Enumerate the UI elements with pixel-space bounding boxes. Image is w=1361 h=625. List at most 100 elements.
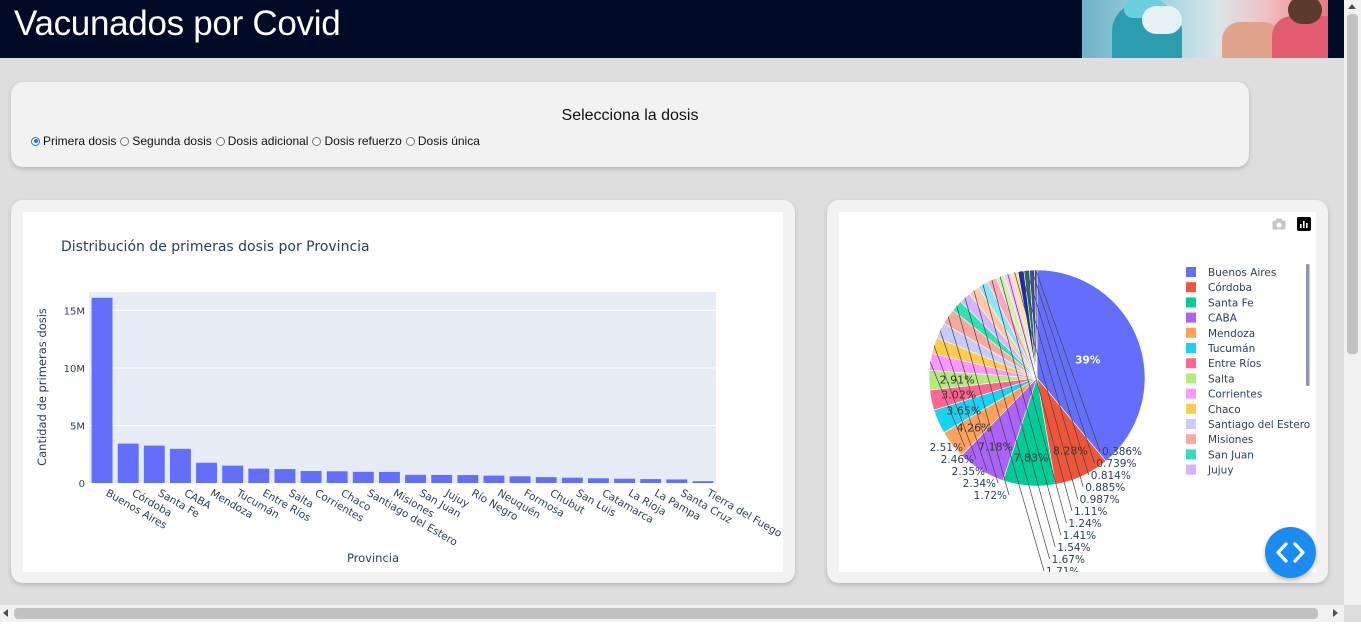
- legend-swatch[interactable]: [1186, 297, 1196, 308]
- bar[interactable]: [509, 476, 531, 483]
- radio-dosis-adicional[interactable]: Dosis adicional: [215, 134, 309, 148]
- legend-label[interactable]: CABA: [1208, 313, 1238, 325]
- vertical-scroll-thumb[interactable]: [1347, 14, 1358, 354]
- legend-label[interactable]: Córdoba: [1208, 282, 1252, 294]
- slice-percent-label: 0.386%: [1102, 446, 1142, 458]
- code-toggle-button[interactable]: [1265, 527, 1316, 578]
- camera-icon[interactable]: [1272, 218, 1286, 230]
- legend-label[interactable]: Chaco: [1208, 404, 1241, 416]
- bar[interactable]: [431, 474, 453, 483]
- slice-percent-label: 0.814%: [1091, 470, 1131, 482]
- legend-swatch[interactable]: [1186, 388, 1196, 399]
- slice-percent-label: 2.34%: [963, 478, 996, 490]
- radio-button[interactable]: [120, 136, 130, 146]
- pie-chart-plot: 39% 8.28% 7.83% 7.18% 4.26% 3.65% 3.02% 2.91% 2.…: [839, 212, 1316, 578]
- bar[interactable]: [274, 469, 296, 483]
- radio-button[interactable]: [215, 136, 225, 146]
- legend-label[interactable]: Misiones: [1208, 434, 1253, 446]
- legend-swatch[interactable]: [1186, 449, 1196, 460]
- legend-label[interactable]: Mendoza: [1208, 328, 1255, 340]
- y-axis-title: Cantidad de primeras dosis: [35, 308, 49, 466]
- radio-button[interactable]: [312, 136, 322, 146]
- y-tick-label: 0: [79, 479, 85, 490]
- legend-label[interactable]: Corrientes: [1208, 389, 1262, 401]
- legend-label[interactable]: Entre Ríos: [1208, 358, 1261, 370]
- horizontal-scroll-thumb[interactable]: [14, 608, 1318, 619]
- slice-percent-label: 2.35%: [952, 466, 985, 478]
- legend-swatch[interactable]: [1186, 373, 1196, 384]
- scroll-up-arrow-icon[interactable]: [1348, 4, 1356, 9]
- legend-swatch[interactable]: [1186, 403, 1196, 414]
- legend-label[interactable]: Buenos Aires: [1208, 267, 1276, 279]
- legend-label[interactable]: San Juan: [1208, 449, 1254, 461]
- bar[interactable]: [196, 462, 218, 483]
- bar[interactable]: [91, 297, 113, 483]
- code-brackets-icon: [1276, 542, 1305, 563]
- legend-swatch[interactable]: [1186, 419, 1196, 429]
- legend-swatch[interactable]: [1186, 434, 1196, 445]
- radio-label: Dosis refuerzo: [324, 134, 402, 148]
- legend-label[interactable]: Santa Fe: [1208, 297, 1254, 309]
- legend-swatch[interactable]: [1186, 282, 1196, 293]
- bar-chart-plot: Distribución de primeras dosis por Provi…: [23, 212, 784, 572]
- bar[interactable]: [143, 445, 165, 483]
- radio-button[interactable]: [31, 136, 40, 146]
- legend-swatch[interactable]: [1186, 267, 1196, 277]
- legend-scrollbar[interactable]: [1306, 264, 1310, 386]
- scroll-left-arrow-icon[interactable]: [3, 609, 8, 617]
- bar[interactable]: [300, 471, 322, 483]
- bar[interactable]: [561, 477, 583, 483]
- bar[interactable]: [666, 479, 688, 483]
- bar[interactable]: [692, 481, 714, 483]
- bar[interactable]: [614, 478, 636, 483]
- bar[interactable]: [483, 475, 505, 483]
- y-tick-label: 15M: [64, 306, 85, 317]
- slice-percent-label: 1.67%: [1052, 554, 1085, 566]
- radio-primera-dosis[interactable]: Primera dosis: [31, 134, 116, 148]
- legend-label[interactable]: Tucumán: [1207, 343, 1255, 355]
- vaccination-banner-image: [1082, 0, 1328, 58]
- bar[interactable]: [117, 443, 139, 483]
- bar[interactable]: [378, 471, 400, 483]
- radio-label: Dosis adicional: [227, 134, 309, 148]
- dose-radio-group: Primera dosis Segunda dosis Dosis adicio…: [31, 134, 484, 148]
- radio-label: Segunda dosis: [132, 134, 212, 148]
- bar[interactable]: [640, 479, 662, 483]
- scroll-right-arrow-icon[interactable]: [1333, 609, 1338, 617]
- plotly-logo-icon[interactable]: [1297, 217, 1311, 231]
- radio-label: Primera dosis: [43, 134, 117, 148]
- bar[interactable]: [222, 465, 244, 483]
- slice-percent-label: 1.41%: [1063, 530, 1096, 542]
- bar[interactable]: [169, 448, 191, 483]
- legend-label[interactable]: Santiago del Estero: [1208, 419, 1310, 431]
- radio-dosis-unica[interactable]: Dosis única: [405, 134, 480, 148]
- legend-swatch[interactable]: [1186, 343, 1196, 353]
- slice-percent-label: 1.71%: [1046, 566, 1079, 572]
- slice-percent-label: 0.987%: [1080, 494, 1120, 506]
- vertical-scrollbar[interactable]: [1344, 0, 1361, 605]
- bar[interactable]: [587, 478, 609, 483]
- bar[interactable]: [248, 468, 270, 483]
- legend-swatch[interactable]: [1186, 327, 1196, 338]
- dose-selector-card: Selecciona la dosis Primera dosis Segund…: [11, 82, 1249, 167]
- bar[interactable]: [352, 471, 374, 483]
- radio-button[interactable]: [405, 136, 415, 146]
- radio-segunda-dosis[interactable]: Segunda dosis: [120, 134, 212, 148]
- bar[interactable]: [326, 471, 348, 483]
- slice-percent-label: 2.51%: [930, 442, 963, 454]
- slice-percent-label: 39%: [1075, 355, 1101, 367]
- bar-chart-svg: Distribución de primeras dosis por Provi…: [35, 239, 784, 565]
- pie-chart-card: 39% 8.28% 7.83% 7.18% 4.26% 3.65% 3.02% 2.91% 2.…: [827, 200, 1328, 583]
- page-title: Vacunados por Covid: [14, 4, 341, 43]
- legend-label[interactable]: Jujuy: [1207, 465, 1234, 477]
- legend-swatch[interactable]: [1186, 464, 1196, 475]
- bar[interactable]: [535, 477, 557, 483]
- horizontal-scrollbar[interactable]: [0, 605, 1344, 622]
- legend-label[interactable]: Salta: [1208, 373, 1235, 385]
- slice-percent-label: 0.885%: [1085, 482, 1125, 494]
- radio-dosis-refuerzo[interactable]: Dosis refuerzo: [312, 134, 402, 148]
- bar[interactable]: [457, 475, 479, 483]
- bar[interactable]: [405, 474, 427, 483]
- legend-swatch[interactable]: [1186, 312, 1196, 323]
- legend-swatch[interactable]: [1186, 358, 1196, 369]
